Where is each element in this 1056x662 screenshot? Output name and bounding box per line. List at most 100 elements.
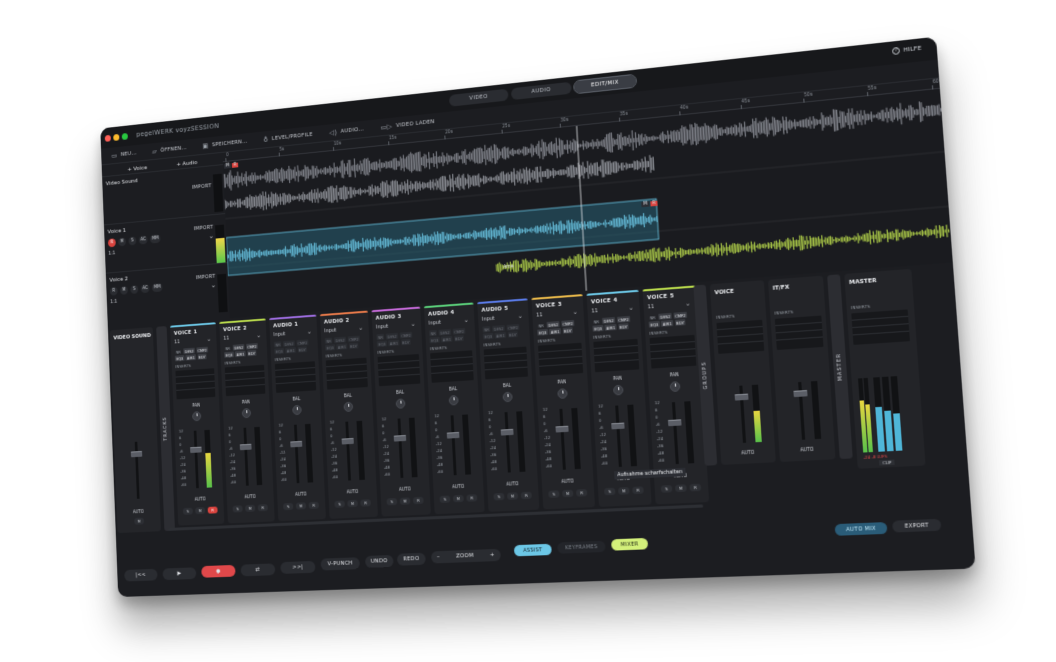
channel-auto[interactable]: AUTO xyxy=(277,492,325,499)
group-auto[interactable]: AUTO xyxy=(779,447,835,455)
video-sound-mute-button[interactable]: M xyxy=(134,518,144,525)
inserts-slot[interactable] xyxy=(175,368,215,399)
channel-input[interactable]: 11 xyxy=(536,312,543,318)
inserts-slot[interactable] xyxy=(275,361,316,393)
channel-fader-cap[interactable] xyxy=(447,432,460,439)
fx-slot-cmp2[interactable]: CMP2 xyxy=(452,328,465,335)
channel-fader[interactable] xyxy=(398,418,404,477)
pan-knob[interactable] xyxy=(343,402,353,412)
go-to-start-button[interactable]: |<< xyxy=(124,569,158,582)
record-button[interactable]: ● xyxy=(201,565,235,578)
fx-slot-nr[interactable]: NR xyxy=(537,322,546,329)
inserts-slot[interactable] xyxy=(225,365,266,396)
inserts-slot[interactable] xyxy=(775,316,824,350)
fx-slot-air1[interactable]: AIR1 xyxy=(186,354,197,360)
chevron-down-icon[interactable]: ⌄ xyxy=(207,336,212,343)
minimize-window-button[interactable] xyxy=(113,133,119,140)
save-button[interactable]: ▣ SPEICHERN... xyxy=(202,137,247,149)
chevron-down-icon[interactable]: ⌄ xyxy=(572,309,577,316)
solo-button[interactable]: S xyxy=(440,495,451,502)
record-arm-button[interactable]: R xyxy=(258,504,268,511)
solo-button[interactable]: S xyxy=(334,500,345,507)
help-button[interactable]: ? HILFE xyxy=(892,45,922,55)
pan-knob[interactable] xyxy=(192,411,201,421)
record-arm-button[interactable]: R xyxy=(208,506,218,513)
fx-slot-air1[interactable]: AIR1 xyxy=(336,343,347,350)
mute-button[interactable]: M xyxy=(400,497,411,504)
fx-slot-eq3[interactable]: EQ3 xyxy=(175,355,185,361)
chevron-down-icon[interactable]: ⌄ xyxy=(518,313,523,320)
fx-slot-des2[interactable]: DES2 xyxy=(438,329,451,336)
fx-slot-nr[interactable]: NR xyxy=(648,314,657,321)
zoom-control[interactable]: – ZOOM + xyxy=(431,549,501,564)
video-sound-auto[interactable]: AUTO xyxy=(117,509,161,516)
pan-knob[interactable] xyxy=(502,392,512,403)
fx-slot-nr[interactable]: NR xyxy=(592,318,601,325)
record-arm-button[interactable]: R xyxy=(360,499,371,506)
mute-button[interactable]: M xyxy=(562,490,573,498)
record-arm-button[interactable]: R xyxy=(110,287,118,296)
import-button[interactable]: IMPORT xyxy=(192,183,212,191)
fx-slot-cmp2[interactable]: CMP2 xyxy=(673,312,687,319)
fx-slot-bdy[interactable]: BDY xyxy=(247,350,257,356)
fx-slot-des2[interactable]: DES2 xyxy=(183,348,195,355)
channel-input[interactable]: 11 xyxy=(591,308,598,315)
zoom-out-button[interactable]: – xyxy=(437,554,440,560)
fx-slot-nr[interactable]: NR xyxy=(482,326,490,333)
channel-fader-cap[interactable] xyxy=(342,438,354,445)
video-sound-fader-cap[interactable] xyxy=(131,451,142,457)
inserts-slot[interactable] xyxy=(851,309,910,344)
solo-button[interactable]: S xyxy=(548,490,559,498)
fx-slot-bdy[interactable]: BDY xyxy=(508,331,519,338)
fx-slot-cmp2[interactable]: CMP2 xyxy=(561,320,575,327)
group-fader-cap[interactable] xyxy=(735,394,749,401)
record-arm-button[interactable]: R xyxy=(521,492,532,500)
inserts-slot[interactable] xyxy=(378,354,421,386)
voice-1-clip-mute-flag[interactable]: M xyxy=(641,201,649,207)
fx-slot-eq3[interactable]: EQ3 xyxy=(377,340,387,347)
fx-slot-eq3[interactable]: EQ3 xyxy=(537,329,548,336)
import-button[interactable]: IMPORT xyxy=(195,274,215,281)
tab-audio[interactable]: AUDIO xyxy=(511,82,572,100)
channel-auto[interactable]: AUTO xyxy=(227,494,274,501)
mixer-toggle[interactable]: MIXER xyxy=(611,538,648,551)
channel-input[interactable]: Input xyxy=(273,331,285,338)
group-fader-cap[interactable] xyxy=(793,390,807,397)
fx-slot-air1[interactable]: AIR1 xyxy=(605,324,617,331)
fx-slot-cmp2[interactable]: CMP2 xyxy=(506,324,520,331)
record-arm-button[interactable]: R xyxy=(632,486,644,494)
channel-input[interactable]: Input xyxy=(428,320,441,327)
fx-slot-nr[interactable]: NR xyxy=(325,338,333,344)
fx-slot-air1[interactable]: AIR1 xyxy=(661,320,673,327)
channel-input[interactable]: Input xyxy=(482,316,495,323)
channel-fader-cap[interactable] xyxy=(611,422,624,429)
inserts-slot[interactable] xyxy=(593,339,639,372)
fx-slot-nr[interactable]: NR xyxy=(175,349,183,355)
channel-auto[interactable]: AUTO xyxy=(328,489,377,496)
chevron-down-icon[interactable]: ⌄ xyxy=(628,304,633,311)
fx-slot-nr[interactable]: NR xyxy=(224,345,232,351)
fx-slot-cmp2[interactable]: CMP2 xyxy=(399,332,412,339)
solo-button[interactable]: S xyxy=(233,505,243,512)
fx-slot-cmp2[interactable]: CMP2 xyxy=(617,316,631,323)
fx-slot-air1[interactable]: AIR1 xyxy=(235,351,246,357)
mute-button[interactable]: M xyxy=(195,507,205,514)
channel-fader-cap[interactable] xyxy=(394,435,407,442)
record-arm-button[interactable]: R xyxy=(108,238,116,247)
chevron-down-icon[interactable]: ⌄ xyxy=(256,332,261,339)
record-arm-button[interactable]: R xyxy=(309,502,319,509)
zoom-in-button[interactable]: + xyxy=(490,552,495,558)
fx-slot-bdy[interactable]: BDY xyxy=(401,339,411,346)
mute-button[interactable]: M xyxy=(245,505,255,512)
autocorrect-button[interactable]: AC xyxy=(141,284,150,293)
mm-button[interactable]: MM xyxy=(152,283,163,292)
zoom-window-button[interactable] xyxy=(122,132,128,139)
record-arm-button[interactable]: R xyxy=(466,494,477,502)
channel-fader[interactable] xyxy=(615,405,622,466)
fx-slot-air1[interactable]: AIR1 xyxy=(441,336,453,343)
chevron-down-icon[interactable]: ⌄ xyxy=(208,232,213,240)
solo-button[interactable]: S xyxy=(493,493,504,501)
clip-indicator[interactable]: CLIP xyxy=(879,460,895,466)
fx-slot-des2[interactable]: DES2 xyxy=(602,317,616,324)
fx-slot-des2[interactable]: DES2 xyxy=(492,325,505,332)
